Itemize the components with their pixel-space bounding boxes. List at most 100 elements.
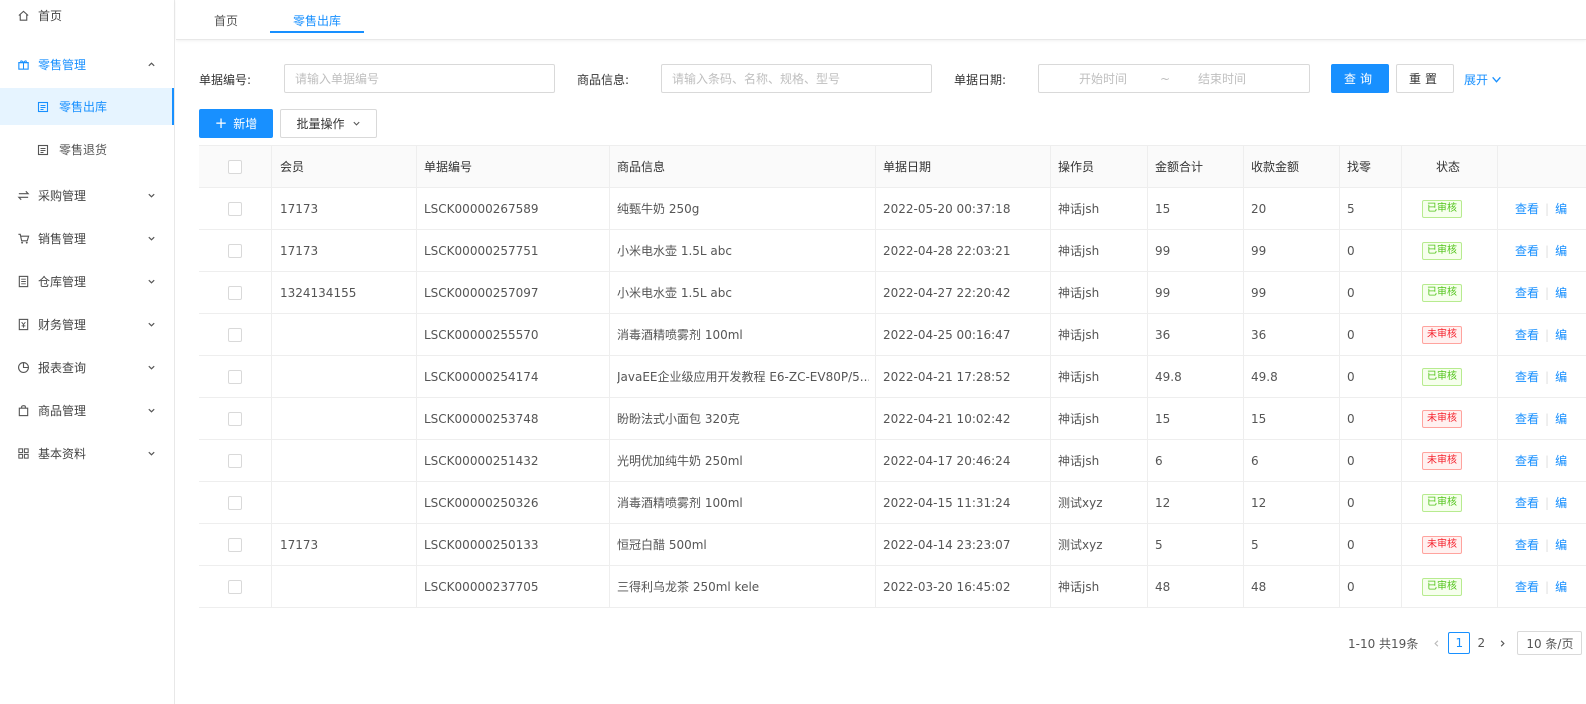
chevron-down-icon	[1491, 74, 1502, 85]
cell-received: 36	[1251, 327, 1267, 342]
pagination: 1-10 共19条 1 2 10 条/页	[1348, 631, 1583, 655]
cell-received: 5	[1251, 537, 1259, 552]
cell-operator: 神话jsh	[1058, 244, 1100, 258]
cell-status: 已审核	[1422, 272, 1462, 313]
row-checkbox[interactable]	[228, 398, 242, 439]
row-checkbox[interactable]	[228, 272, 242, 313]
table-header-row: 会员 单据编号 商品信息 单据日期 操作员 金额合计 收款金额 找零 状态	[199, 146, 1586, 188]
row-checkbox[interactable]	[228, 482, 242, 523]
sidebar-item-retail-return[interactable]: 零售退货	[0, 131, 174, 168]
sidebar-item-purchase[interactable]: 采购管理	[0, 174, 174, 217]
goods-info-input[interactable]	[661, 64, 932, 93]
cell-goods: 盼盼法式小面包 320克	[617, 412, 740, 426]
view-link[interactable]: 查看	[1515, 368, 1539, 385]
sidebar-item-finance[interactable]: 财务管理	[0, 303, 174, 346]
page-2-button[interactable]: 2	[1470, 632, 1492, 654]
status-badge: 已审核	[1422, 199, 1462, 218]
edit-link[interactable]: 编	[1555, 578, 1567, 595]
view-link[interactable]: 查看	[1515, 452, 1539, 469]
document-icon	[37, 101, 49, 113]
next-page-icon[interactable]	[1498, 639, 1507, 648]
view-link[interactable]: 查看	[1515, 410, 1539, 427]
sidebar-item-label: 采购管理	[38, 189, 87, 203]
batch-label: 批量操作	[296, 117, 345, 131]
sidebar-item-warehouse[interactable]: 仓库管理	[0, 260, 174, 303]
query-button[interactable]: 查询	[1331, 64, 1389, 93]
view-link[interactable]: 查看	[1515, 284, 1539, 301]
row-checkbox[interactable]	[228, 524, 242, 565]
view-link[interactable]: 查看	[1515, 494, 1539, 511]
chevron-down-icon	[352, 119, 361, 128]
cell-goods: 光明优加纯牛奶 250ml	[617, 454, 743, 468]
page-size-select[interactable]: 10 条/页	[1517, 631, 1583, 655]
expand-link[interactable]: 展开	[1464, 71, 1502, 88]
action-divider: |	[1545, 327, 1550, 342]
edit-link[interactable]: 编	[1555, 410, 1567, 427]
row-checkbox[interactable]	[228, 188, 242, 229]
prev-page-icon[interactable]	[1432, 639, 1441, 648]
date-end-input[interactable]: 结束时间	[1198, 70, 1246, 87]
status-badge: 已审核	[1422, 577, 1462, 596]
cell-actions: 查看 | 编	[1515, 398, 1567, 439]
cell-status: 已审核	[1422, 482, 1462, 523]
cell-date: 2022-04-27 22:20:42	[883, 285, 1011, 300]
add-button[interactable]: + 新增	[199, 109, 273, 138]
edit-link[interactable]: 编	[1555, 242, 1567, 259]
cell-status: 未审核	[1422, 398, 1462, 439]
tab-home[interactable]: 首页	[214, 0, 238, 40]
edit-link[interactable]: 编	[1555, 536, 1567, 553]
cell-change: 0	[1347, 243, 1355, 258]
chevron-down-icon	[146, 277, 156, 287]
cell-member: 17173	[280, 201, 319, 216]
date-range-picker[interactable]: 开始时间 ~ 结束时间	[1038, 64, 1310, 93]
view-link[interactable]: 查看	[1515, 242, 1539, 259]
edit-link[interactable]: 编	[1555, 326, 1567, 343]
row-checkbox[interactable]	[228, 314, 242, 355]
bill-no-label: 单据编号:	[199, 73, 252, 87]
bill-no-input[interactable]	[284, 64, 555, 93]
tab-retail-out[interactable]: 零售出库	[269, 0, 365, 40]
cell-status: 已审核	[1422, 188, 1462, 229]
edit-link[interactable]: 编	[1555, 452, 1567, 469]
action-divider: |	[1545, 369, 1550, 384]
cell-actions: 查看 | 编	[1515, 440, 1567, 481]
batch-operation-button[interactable]: 批量操作	[280, 109, 377, 138]
page-1-button[interactable]: 1	[1448, 632, 1471, 654]
row-checkbox[interactable]	[228, 356, 242, 397]
chevron-down-icon	[146, 449, 156, 459]
cell-total: 48	[1155, 579, 1171, 594]
sidebar-item-basic[interactable]: 基本资料	[0, 432, 174, 475]
cell-actions: 查看 | 编	[1515, 188, 1567, 229]
select-all-checkbox[interactable]	[228, 146, 242, 187]
view-link[interactable]: 查看	[1515, 326, 1539, 343]
cell-date: 2022-04-14 23:23:07	[883, 537, 1011, 552]
row-checkbox[interactable]	[228, 566, 242, 607]
cell-actions: 查看 | 编	[1515, 314, 1567, 355]
view-link[interactable]: 查看	[1515, 536, 1539, 553]
sidebar-item-sales[interactable]: 销售管理	[0, 217, 174, 260]
sidebar-item-retail[interactable]: 零售管理	[0, 43, 174, 86]
edit-link[interactable]: 编	[1555, 284, 1567, 301]
date-start-input[interactable]: 开始时间	[1079, 70, 1127, 87]
sidebar-item-home[interactable]: 首页	[0, 0, 174, 30]
column-header-status: 状态	[1436, 160, 1461, 174]
sidebar-item-reports[interactable]: 报表查询	[0, 346, 174, 389]
sidebar-item-goods[interactable]: 商品管理	[0, 389, 174, 432]
cell-received: 6	[1251, 453, 1259, 468]
row-checkbox[interactable]	[228, 230, 242, 271]
view-link[interactable]: 查看	[1515, 578, 1539, 595]
edit-link[interactable]: 编	[1555, 368, 1567, 385]
column-divider	[875, 146, 876, 608]
row-checkbox[interactable]	[228, 440, 242, 481]
sidebar-item-retail-out[interactable]: 零售出库	[0, 88, 174, 125]
edit-link[interactable]: 编	[1555, 494, 1567, 511]
column-divider	[416, 146, 417, 608]
table-row: LSCK00000250326 消毒酒精喷雾剂 100ml 2022-04-15 1…	[199, 482, 1586, 524]
column-header-total: 金额合计	[1155, 160, 1204, 174]
edit-link[interactable]: 编	[1555, 200, 1567, 217]
cell-received: 99	[1251, 243, 1267, 258]
cell-total: 49.8	[1155, 369, 1182, 384]
view-link[interactable]: 查看	[1515, 200, 1539, 217]
cell-operator: 神话jsh	[1058, 580, 1100, 594]
reset-button[interactable]: 重置	[1396, 64, 1454, 93]
